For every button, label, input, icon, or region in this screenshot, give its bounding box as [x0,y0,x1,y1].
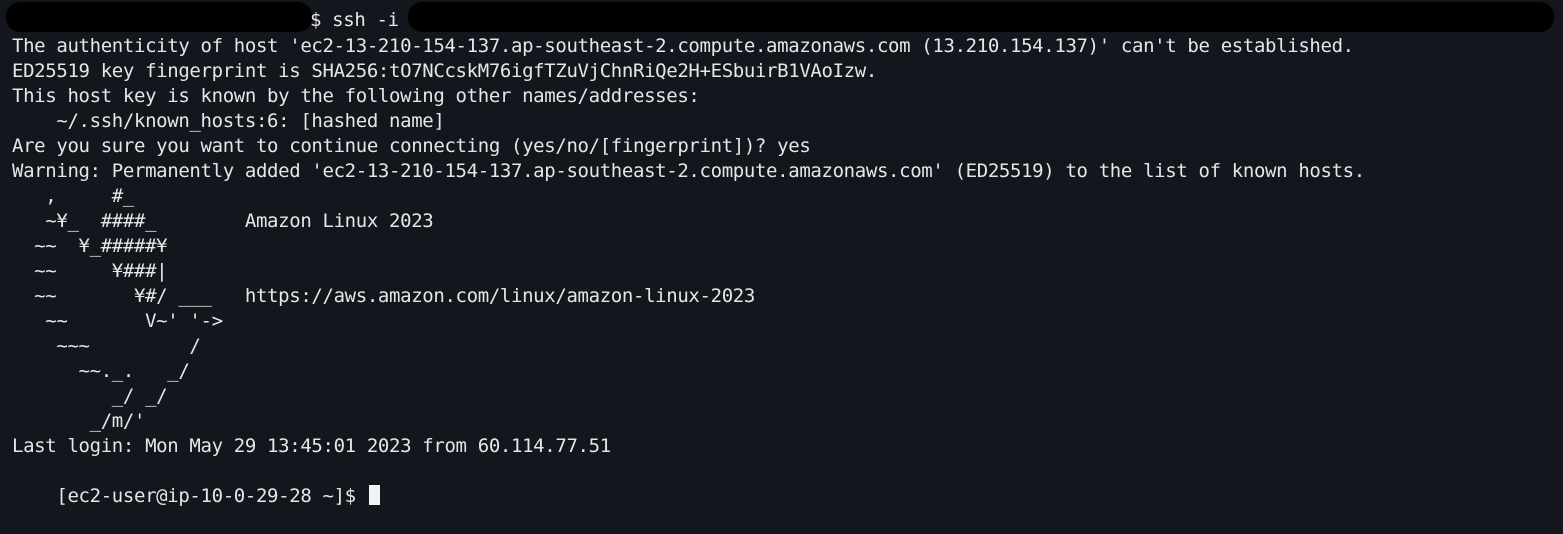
motd-art-2: ~¥_ ####_ Amazon Linux 2023 [12,210,434,232]
output-line-authenticity: The authenticity of host 'ec2-13-210-154… [12,35,1354,57]
redacted-command-args [408,2,1554,32]
motd-art-9: _/ _/ [12,385,168,407]
terminal-window[interactable]: $ ssh -i The authenticity of host 'ec2-1… [0,0,1563,507]
motd-art-3: ~~ ¥_#####¥ [12,235,168,257]
motd-art-5: ~~ ¥#/ ___ https://aws.amazon.com/linux/… [12,285,755,307]
redacted-user-host [6,2,312,32]
motd-art-1: , #_ [12,185,134,207]
motd-art-8: ~~._. _/ [12,360,190,382]
output-line-known-hosts: ~/.ssh/known_hosts:6: [hashed name] [12,110,445,132]
motd-art-6: ~~ V~' '-> [12,310,223,332]
motd-art-4: ~~ ¥###| [12,260,168,282]
motd-art-10: _/m/' [12,410,146,432]
last-login-line: Last login: Mon May 29 13:45:01 2023 fro… [12,435,611,457]
output-line-warning: Warning: Permanently added 'ec2-13-210-1… [12,160,1365,182]
output-line-known-names: This host key is known by the following … [12,85,700,107]
motd-art-7: ~~~ / [12,335,201,357]
output-line-confirm: Are you sure you want to continue connec… [12,135,811,157]
command-prefix: $ ssh -i [310,9,399,31]
text-cursor[interactable] [368,485,380,505]
shell-prompt: [ec2-user@ip-10-0-29-28 ~]$ [56,485,367,507]
shell-prompt-line[interactable]: [ec2-user@ip-10-0-29-28 ~]$ [12,459,380,507]
output-line-fingerprint: ED25519 key fingerprint is SHA256:tO7NCc… [12,60,877,82]
